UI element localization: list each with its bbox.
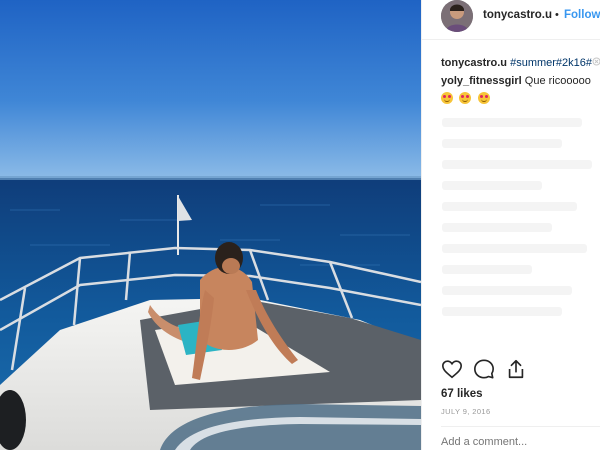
avatar[interactable] (441, 0, 473, 32)
heart-eyes-emoji (459, 92, 472, 104)
post-photo[interactable] (0, 0, 421, 450)
header-separator: • (555, 9, 559, 21)
divider (441, 426, 600, 427)
comment-bubble-icon[interactable] (473, 358, 495, 380)
faded-comments-placeholder (442, 118, 592, 348)
share-icon-glyph (508, 359, 524, 379)
header-username[interactable]: tonycastro.u (483, 9, 552, 21)
heart-eyes-emoji (441, 92, 453, 104)
comment-bubble-icon-glyph (474, 359, 494, 379)
heart-icon-glyph (442, 360, 462, 379)
avatar-image (441, 0, 473, 32)
more-icon-glyph (592, 57, 600, 66)
sky (0, 0, 421, 182)
caption: tonycastro.u #summer#2k16# (441, 57, 592, 69)
comment-username[interactable]: yoly_fitnessgirl (441, 75, 522, 87)
more-icon[interactable] (592, 57, 600, 69)
follow-button[interactable]: Follow (564, 9, 600, 21)
caption-username[interactable]: tonycastro.u (441, 57, 507, 69)
add-comment-input[interactable] (441, 436, 591, 448)
post-sidebar: tonycastro.u • Follow tonycastro.u #summ… (421, 0, 600, 450)
heart-icon[interactable] (441, 358, 463, 380)
comment: yoly_fitnessgirl Que ricooooo (441, 75, 591, 87)
post-date: JULY 9, 2016 (441, 407, 491, 416)
comment-text: Que ricooooo (524, 75, 591, 87)
heart-eyes-emoji-row (441, 92, 492, 106)
post-actions (422, 358, 600, 382)
heart-eyes-emoji (477, 92, 490, 104)
likes-count[interactable]: 67 likes (441, 388, 483, 400)
instagram-post-embed: tonycastro.u • Follow tonycastro.u #summ… (0, 0, 600, 450)
comments-section: tonycastro.u #summer#2k16# yoly_fitnessg… (422, 48, 600, 348)
post-header: tonycastro.u • Follow (422, 0, 600, 40)
share-icon[interactable] (505, 358, 527, 380)
yacht-photo-illustration (0, 0, 421, 450)
caption-hashtags[interactable]: #summer#2k16# (510, 57, 592, 69)
